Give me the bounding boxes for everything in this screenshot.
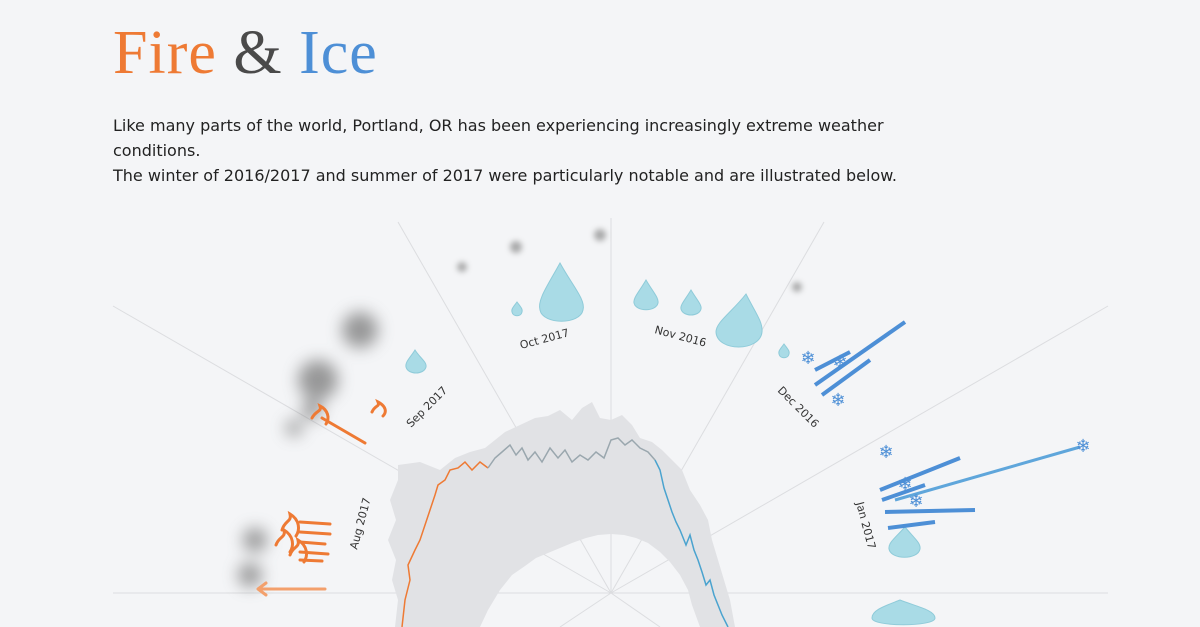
snowflake-icon: ❄ xyxy=(908,491,923,512)
smoke-icon xyxy=(298,360,338,400)
raindrop-icon xyxy=(778,343,790,359)
snowflake-icon: ❄ xyxy=(832,352,847,373)
smoke-icon xyxy=(238,563,262,587)
smoke-icon xyxy=(594,229,606,241)
raindrop-icon xyxy=(888,526,921,558)
flame-icon xyxy=(370,398,387,418)
snowflake-icon: ❄ xyxy=(830,390,845,411)
raindrop-icon xyxy=(405,349,427,374)
flame-icon xyxy=(274,526,294,554)
raindrop-icon xyxy=(715,293,763,348)
heat-bar xyxy=(298,550,330,556)
icicle-icon xyxy=(813,320,907,387)
snowflake-icon: ❄ xyxy=(878,442,893,463)
month-label-aug-2017: Aug 2017 xyxy=(347,496,373,551)
snowflake-icon: ❄ xyxy=(1075,436,1090,457)
raindrop-icon xyxy=(633,279,659,311)
raindrop-icon xyxy=(539,261,584,322)
smoke-icon xyxy=(243,528,267,552)
raindrop-icon xyxy=(680,289,702,316)
snowflake-icon: ❄ xyxy=(800,348,815,369)
smoke-icon xyxy=(457,262,467,272)
smoke-icon xyxy=(510,241,522,253)
icicle-icon xyxy=(887,520,936,530)
smoke-markers-small xyxy=(457,229,802,292)
month-label-dec-2016: Dec 2016 xyxy=(775,384,822,431)
month-label-oct-2017: Oct 2017 xyxy=(518,326,570,352)
smoke-icon xyxy=(342,312,378,348)
month-label-sep-2017: Sep 2017 xyxy=(404,384,450,430)
smoke-icon xyxy=(286,420,302,436)
month-label-nov-2016: Nov 2016 xyxy=(653,323,708,349)
raindrop-icon xyxy=(871,599,936,626)
radial-weather-chart: ❄ ❄ ❄ ❄ ❄ ❄ ❄ Aug 2017 Sep 2017 Oct 2017… xyxy=(112,218,1109,627)
raindrop-icon xyxy=(511,301,523,317)
icicle-icon xyxy=(884,508,976,514)
month-label-jan-2017: Jan 2017 xyxy=(853,499,878,550)
heat-bar xyxy=(298,530,332,536)
heat-bar xyxy=(298,520,332,526)
snow-markers: ❄ ❄ ❄ ❄ ❄ ❄ ❄ xyxy=(800,348,1090,512)
smoke-icon xyxy=(792,282,802,292)
